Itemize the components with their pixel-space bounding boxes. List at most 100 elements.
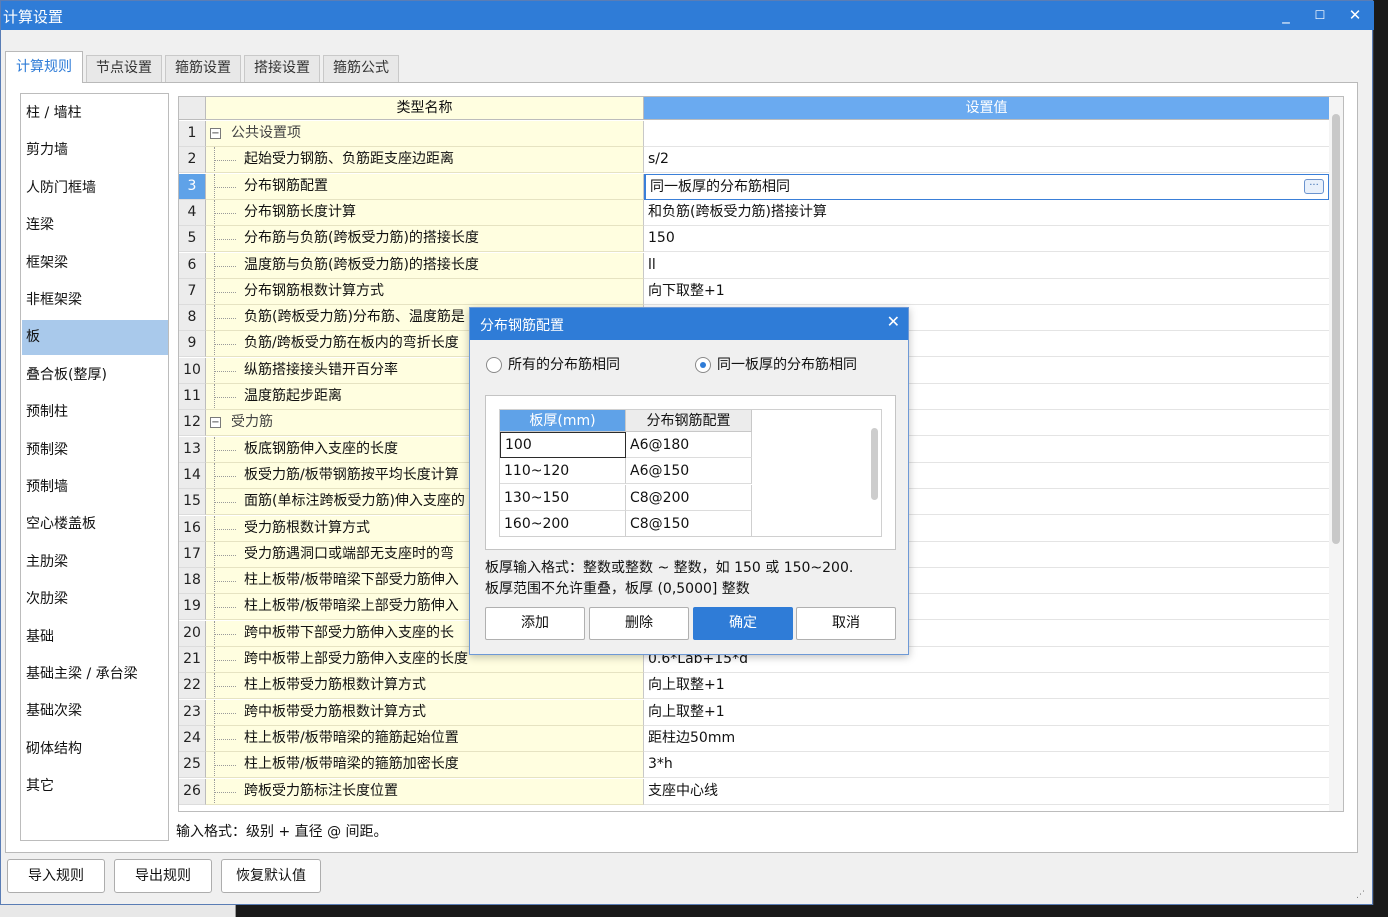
add-button[interactable]: 添加 bbox=[485, 607, 585, 640]
rebar-config-cell[interactable]: A6@150 bbox=[626, 458, 752, 485]
thickness-row[interactable]: 160~200 C8@150 bbox=[500, 510, 752, 536]
table-row[interactable]: 22 柱上板带受力筋根数计算方式 向上取整+1 bbox=[179, 673, 1329, 700]
setting-name-cell[interactable]: 温度筋与负筋(跨板受力筋)的搭接长度 bbox=[206, 252, 644, 279]
setting-value-cell[interactable]: 和负筋(跨板受力筋)搭接计算 bbox=[644, 200, 1329, 226]
rebar-config-cell[interactable]: A6@180 bbox=[626, 432, 752, 458]
ellipsis-icon[interactable]: ··· bbox=[1304, 178, 1324, 194]
component-list: 柱 / 墙柱 剪力墙 人防门框墙 连梁 框架梁 非框架梁板叠合板(整厚) 预制柱 预制梁 预制墙… bbox=[20, 93, 169, 841]
setting-value-cell[interactable]: 同一板厚的分布筋相同 ··· bbox=[644, 173, 1329, 200]
setting-name-cell[interactable]: 跨中板带受力筋根数计算方式 bbox=[206, 699, 644, 726]
export-rules-button[interactable]: 导出规则 bbox=[114, 859, 212, 893]
sidebar-item[interactable]: 基础主梁 / 承台梁 bbox=[22, 657, 168, 692]
collapse-icon[interactable]: − bbox=[210, 128, 221, 139]
setting-value: 向上取整+1 bbox=[648, 677, 725, 694]
sidebar-item[interactable]: 人防门框墙 bbox=[22, 171, 168, 206]
cancel-button[interactable]: 取消 bbox=[796, 607, 896, 640]
maximize-icon[interactable]: ☐ bbox=[1309, 4, 1331, 26]
tab-lap-settings[interactable]: 搭接设置 bbox=[244, 55, 320, 82]
setting-name-cell[interactable]: 柱上板带受力筋根数计算方式 bbox=[206, 673, 644, 700]
setting-name: 柱上板带/板带暗梁的箍筋加密长度 bbox=[244, 756, 459, 773]
rebar-config-cell[interactable]: C8@150 bbox=[626, 510, 752, 536]
sidebar-item[interactable]: 叠合板(整厚) bbox=[22, 358, 168, 393]
thickness-cell[interactable]: 110~120 bbox=[500, 458, 626, 485]
sidebar-item[interactable]: 砌体结构 bbox=[22, 732, 168, 767]
setting-name-cell[interactable]: 跨板受力筋标注长度位置 bbox=[206, 778, 644, 805]
radio-same-thickness-circle[interactable] bbox=[695, 357, 711, 373]
setting-name-cell[interactable]: 分布筋与负筋(跨板受力筋)的搭接长度 bbox=[206, 226, 644, 253]
table-row[interactable]: 6 温度筋与负筋(跨板受力筋)的搭接长度 ll bbox=[179, 252, 1329, 279]
sidebar-item[interactable]: 柱 / 墙柱 bbox=[22, 96, 168, 131]
sidebar-item[interactable]: 非框架梁 bbox=[22, 283, 168, 318]
setting-name: 柱上板带/板带暗梁上部受力筋伸入 bbox=[244, 598, 459, 615]
sidebar-item[interactable]: 空心楼盖板 bbox=[22, 507, 168, 542]
sidebar-item[interactable]: 基础 bbox=[22, 620, 168, 655]
thickness-row[interactable]: 100 A6@180 bbox=[500, 432, 752, 458]
sidebar-item[interactable]: 次肋梁 bbox=[22, 582, 168, 617]
sidebar-item[interactable]: 其它 bbox=[22, 769, 168, 804]
table-row[interactable]: 25 柱上板带/板带暗梁的箍筋加密长度 3*h bbox=[179, 752, 1329, 779]
setting-value-cell[interactable]: 向上取整+1 bbox=[644, 700, 1329, 726]
ok-button[interactable]: 确定 bbox=[693, 607, 793, 640]
tab-node-settings[interactable]: 节点设置 bbox=[86, 55, 162, 82]
table-row[interactable]: 26 跨板受力筋标注长度位置 支座中心线 bbox=[179, 778, 1329, 805]
setting-name-cell[interactable]: 柱上板带/板带暗梁的箍筋起始位置 bbox=[206, 725, 644, 752]
table-row[interactable]: 3 分布钢筋配置 同一板厚的分布筋相同 ··· bbox=[179, 173, 1329, 200]
setting-name-cell[interactable]: 分布钢筋根数计算方式 bbox=[206, 278, 644, 305]
setting-value-cell[interactable]: 向下取整+1 bbox=[644, 279, 1329, 305]
sidebar-item[interactable]: 板 bbox=[22, 320, 168, 356]
sidebar-item[interactable]: 剪力墙 bbox=[22, 133, 168, 168]
thickness-row[interactable]: 130~150 C8@200 bbox=[500, 484, 752, 511]
table-row[interactable]: 5 分布筋与负筋(跨板受力筋)的搭接长度 150 bbox=[179, 226, 1329, 253]
setting-value-cell[interactable]: 支座中心线 bbox=[644, 779, 1329, 805]
restore-defaults-button[interactable]: 恢复默认值 bbox=[221, 859, 321, 893]
group-name-cell[interactable]: − 公共设置项 bbox=[206, 121, 644, 147]
sidebar-item[interactable]: 预制墙 bbox=[22, 470, 168, 505]
rebar-config-cell[interactable]: C8@200 bbox=[626, 484, 752, 511]
close-icon[interactable]: ✕ bbox=[1344, 4, 1366, 26]
sidebar-item[interactable]: 连梁 bbox=[22, 208, 168, 243]
table-row[interactable]: 23 跨中板带受力筋根数计算方式 向上取整+1 bbox=[179, 699, 1329, 726]
tab-stirrup-formula[interactable]: 箍筋公式 bbox=[323, 55, 399, 82]
grid-scrollbar[interactable] bbox=[1329, 97, 1343, 811]
dialog-close-icon[interactable]: ✕ bbox=[887, 312, 900, 331]
table-row[interactable]: 4 分布钢筋长度计算 和负筋(跨板受力筋)搭接计算 bbox=[179, 199, 1329, 226]
sidebar-item[interactable]: 预制梁 bbox=[22, 433, 168, 468]
table-row[interactable]: 2 起始受力钢筋、负筋距支座边距离 s/2 bbox=[179, 147, 1329, 174]
setting-value-cell[interactable]: ll bbox=[644, 253, 1329, 279]
tab-stirrup-settings[interactable]: 箍筋设置 bbox=[165, 55, 241, 82]
grid-scrollbar-thumb[interactable] bbox=[1332, 114, 1340, 544]
minimize-icon[interactable]: _ bbox=[1275, 4, 1297, 26]
thickness-cell[interactable]: 160~200 bbox=[500, 510, 626, 536]
radio-all-same-circle[interactable] bbox=[486, 357, 502, 373]
thickness-cell[interactable]: 100 bbox=[500, 432, 626, 458]
table-row[interactable]: 1− 公共设置项 bbox=[179, 121, 1329, 147]
table-row[interactable]: 7 分布钢筋根数计算方式 向下取整+1 bbox=[179, 278, 1329, 305]
setting-value-cell[interactable] bbox=[644, 121, 1329, 147]
tab-calc-rules[interactable]: 计算规则 bbox=[5, 51, 83, 83]
thickness-cell[interactable]: 130~150 bbox=[500, 484, 626, 511]
sidebar-item[interactable]: 基础次梁 bbox=[22, 694, 168, 729]
setting-name-cell[interactable]: 柱上板带/板带暗梁的箍筋加密长度 bbox=[206, 752, 644, 779]
thickness-row[interactable]: 110~120 A6@150 bbox=[500, 458, 752, 485]
collapse-icon[interactable]: − bbox=[210, 417, 221, 429]
delete-button[interactable]: 删除 bbox=[589, 607, 689, 640]
setting-name-cell[interactable]: 分布钢筋配置 bbox=[206, 173, 644, 200]
radio-same-thickness[interactable]: 同一板厚的分布筋相同 bbox=[695, 355, 895, 375]
setting-name-cell[interactable]: 起始受力钢筋、负筋距支座边距离 bbox=[206, 147, 644, 174]
setting-value-cell[interactable]: 距柱边50mm bbox=[644, 726, 1329, 752]
table-row[interactable]: 24 柱上板带/板带暗梁的箍筋起始位置 距柱边50mm bbox=[179, 725, 1329, 752]
import-rules-button[interactable]: 导入规则 bbox=[7, 859, 105, 893]
radio-all-same[interactable]: 所有的分布筋相同 bbox=[486, 355, 666, 375]
sidebar-item[interactable]: 主肋梁 bbox=[22, 545, 168, 580]
radio-same-thickness-label: 同一板厚的分布筋相同 bbox=[717, 357, 857, 373]
sidebar-item[interactable]: 预制柱 bbox=[22, 395, 168, 430]
setting-name: 分布钢筋配置 bbox=[244, 177, 328, 194]
resize-grip-icon[interactable]: ⋰ bbox=[1356, 890, 1365, 900]
sidebar-item[interactable]: 框架梁 bbox=[22, 246, 168, 281]
setting-name-cell[interactable]: 分布钢筋长度计算 bbox=[206, 199, 644, 226]
setting-value-cell[interactable]: 3*h bbox=[644, 752, 1329, 779]
setting-value-cell[interactable]: 150 bbox=[644, 226, 1329, 253]
thickness-table-scrollbar[interactable] bbox=[871, 428, 878, 500]
setting-value-cell[interactable]: 向上取整+1 bbox=[644, 673, 1329, 700]
setting-value-cell[interactable]: s/2 bbox=[644, 147, 1329, 174]
